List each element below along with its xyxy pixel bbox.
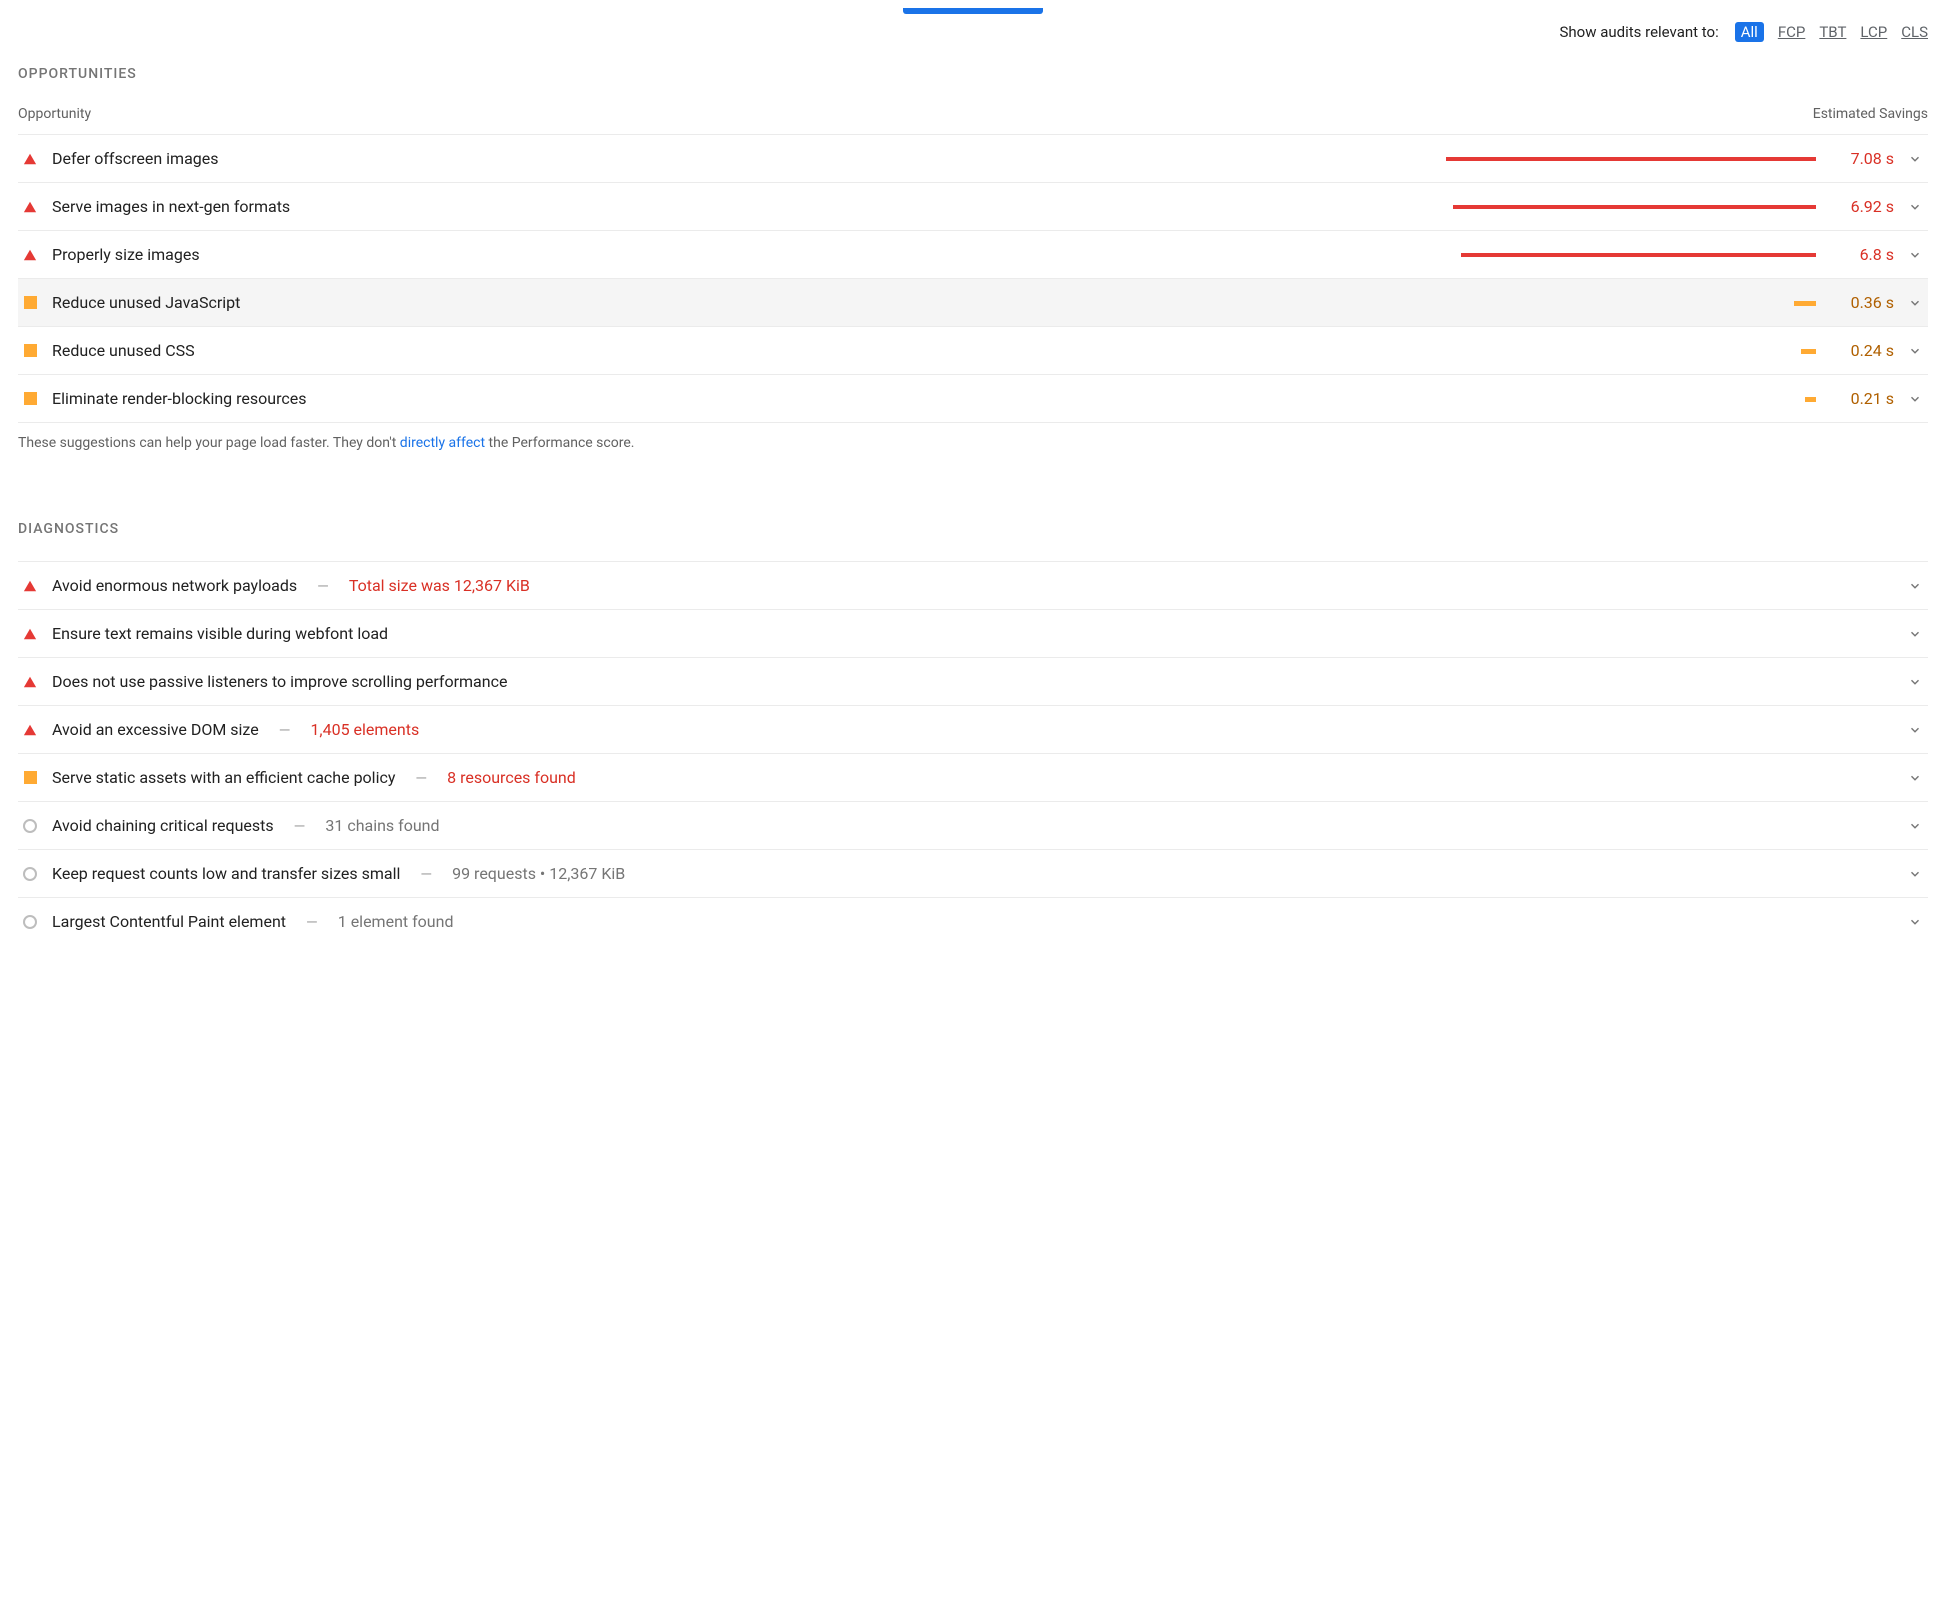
fail-triangle-icon	[22, 151, 38, 167]
diagnostic-detail: Total size was 12,367 KiB	[349, 576, 530, 595]
diagnostic-row[interactable]: Avoid chaining critical requests — 31 chai…	[18, 801, 1928, 849]
chevron-down-icon	[1908, 819, 1924, 833]
diagnostics-heading: DIAGNOSTICS	[18, 521, 1928, 537]
diagnostic-title: Largest Contentful Paint element	[52, 912, 286, 931]
diagnostic-title: Serve static assets with an efficient ca…	[52, 768, 395, 787]
savings-bar	[1446, 349, 1816, 353]
fail-triangle-icon	[22, 247, 38, 263]
top-accent-bar	[903, 8, 1043, 14]
savings-value: 0.21 s	[1830, 389, 1894, 408]
savings-value: 6.8 s	[1830, 245, 1894, 264]
savings-value: 0.36 s	[1830, 293, 1894, 312]
chevron-down-icon	[1908, 296, 1924, 310]
chevron-down-icon	[1908, 627, 1924, 641]
diagnostic-title: Keep request counts low and transfer siz…	[52, 864, 400, 883]
diagnostic-row[interactable]: Keep request counts low and transfer siz…	[18, 849, 1928, 897]
opportunities-note: These suggestions can help your page loa…	[18, 422, 1928, 451]
diagnostic-row[interactable]: Avoid an excessive DOM size — 1,405 elemen…	[18, 705, 1928, 753]
opportunity-title: Defer offscreen images	[52, 149, 219, 168]
chevron-down-icon	[1908, 915, 1924, 929]
opportunity-row[interactable]: Defer offscreen images 7.08 s	[18, 134, 1928, 182]
note-text: the Performance score.	[485, 435, 634, 451]
chevron-down-icon	[1908, 867, 1924, 881]
diagnostic-title: Does not use passive listeners to improv…	[52, 672, 507, 691]
chevron-down-icon	[1908, 152, 1924, 166]
chevron-down-icon	[1908, 392, 1924, 406]
separator: —	[420, 865, 432, 883]
opportunity-row[interactable]: Reduce unused JavaScript 0.36 s	[18, 278, 1928, 326]
savings-col-header: Estimated Savings	[1813, 106, 1928, 122]
note-link[interactable]: directly affect	[400, 435, 485, 451]
opportunity-title: Eliminate render-blocking resources	[52, 389, 306, 408]
opportunity-row[interactable]: Properly size images 6.8 s	[18, 230, 1928, 278]
opportunity-row[interactable]: Reduce unused CSS 0.24 s	[18, 326, 1928, 374]
info-circle-icon	[22, 818, 38, 834]
diagnostic-row[interactable]: Ensure text remains visible during webfo…	[18, 609, 1928, 657]
savings-value: 6.92 s	[1830, 197, 1894, 216]
diagnostic-title: Avoid enormous network payloads	[52, 576, 297, 595]
opportunities-heading: OPPORTUNITIES	[18, 66, 1928, 82]
chevron-down-icon	[1908, 248, 1924, 262]
diagnostic-detail: 31 chains found	[325, 816, 439, 835]
separator: —	[279, 721, 291, 739]
chevron-down-icon	[1908, 723, 1924, 737]
opportunity-title: Properly size images	[52, 245, 200, 264]
audit-filter-bar: Show audits relevant to: All FCP TBT LCP CLS	[18, 22, 1928, 42]
average-square-icon	[22, 295, 38, 311]
chevron-down-icon	[1908, 344, 1924, 358]
average-square-icon	[22, 391, 38, 407]
opportunity-title: Serve images in next-gen formats	[52, 197, 290, 216]
chevron-down-icon	[1908, 675, 1924, 689]
diagnostic-detail: 1,405 elements	[310, 720, 419, 739]
filter-chip-lcp[interactable]: LCP	[1860, 23, 1887, 41]
fail-triangle-icon	[22, 199, 38, 215]
info-circle-icon	[22, 866, 38, 882]
separator: —	[317, 577, 329, 595]
diagnostic-row[interactable]: Serve static assets with an efficient ca…	[18, 753, 1928, 801]
chevron-down-icon	[1908, 579, 1924, 593]
diagnostic-title: Avoid chaining critical requests	[52, 816, 274, 835]
diagnostic-detail: 1 element found	[338, 912, 454, 931]
diagnostic-detail: 99 requests • 12,367 KiB	[452, 864, 625, 883]
opportunity-col-header: Opportunity	[18, 106, 91, 122]
diagnostic-row[interactable]: Does not use passive listeners to improv…	[18, 657, 1928, 705]
filter-label: Show audits relevant to:	[1560, 23, 1719, 41]
savings-bar	[1446, 253, 1816, 257]
separator: —	[306, 913, 318, 931]
separator: —	[294, 817, 306, 835]
fail-triangle-icon	[22, 578, 38, 594]
savings-bar	[1446, 205, 1816, 209]
filter-chip-tbt[interactable]: TBT	[1819, 23, 1846, 41]
diagnostic-row[interactable]: Largest Contentful Paint element — 1 eleme…	[18, 897, 1928, 945]
opportunity-title: Reduce unused CSS	[52, 341, 195, 360]
chevron-down-icon	[1908, 200, 1924, 214]
savings-value: 0.24 s	[1830, 341, 1894, 360]
diagnostic-title: Avoid an excessive DOM size	[52, 720, 259, 739]
filter-chip-fcp[interactable]: FCP	[1778, 23, 1806, 41]
average-square-icon	[22, 343, 38, 359]
savings-value: 7.08 s	[1830, 149, 1894, 168]
filter-chip-all[interactable]: All	[1735, 22, 1764, 42]
fail-triangle-icon	[22, 674, 38, 690]
savings-bar	[1446, 157, 1816, 161]
separator: —	[415, 769, 427, 787]
diagnostic-row[interactable]: Avoid enormous network payloads — Total si…	[18, 561, 1928, 609]
fail-triangle-icon	[22, 626, 38, 642]
chevron-down-icon	[1908, 771, 1924, 785]
opportunity-row[interactable]: Eliminate render-blocking resources 0.21 …	[18, 374, 1928, 422]
savings-bar	[1446, 301, 1816, 305]
opportunity-row[interactable]: Serve images in next-gen formats 6.92 s	[18, 182, 1928, 230]
diagnostic-title: Ensure text remains visible during webfo…	[52, 624, 388, 643]
info-circle-icon	[22, 914, 38, 930]
opportunity-title: Reduce unused JavaScript	[52, 293, 240, 312]
note-text: These suggestions can help your page loa…	[18, 435, 400, 451]
average-square-icon	[22, 770, 38, 786]
savings-bar	[1446, 397, 1816, 401]
fail-triangle-icon	[22, 722, 38, 738]
filter-chip-cls[interactable]: CLS	[1901, 23, 1928, 41]
diagnostic-detail: 8 resources found	[447, 768, 576, 787]
